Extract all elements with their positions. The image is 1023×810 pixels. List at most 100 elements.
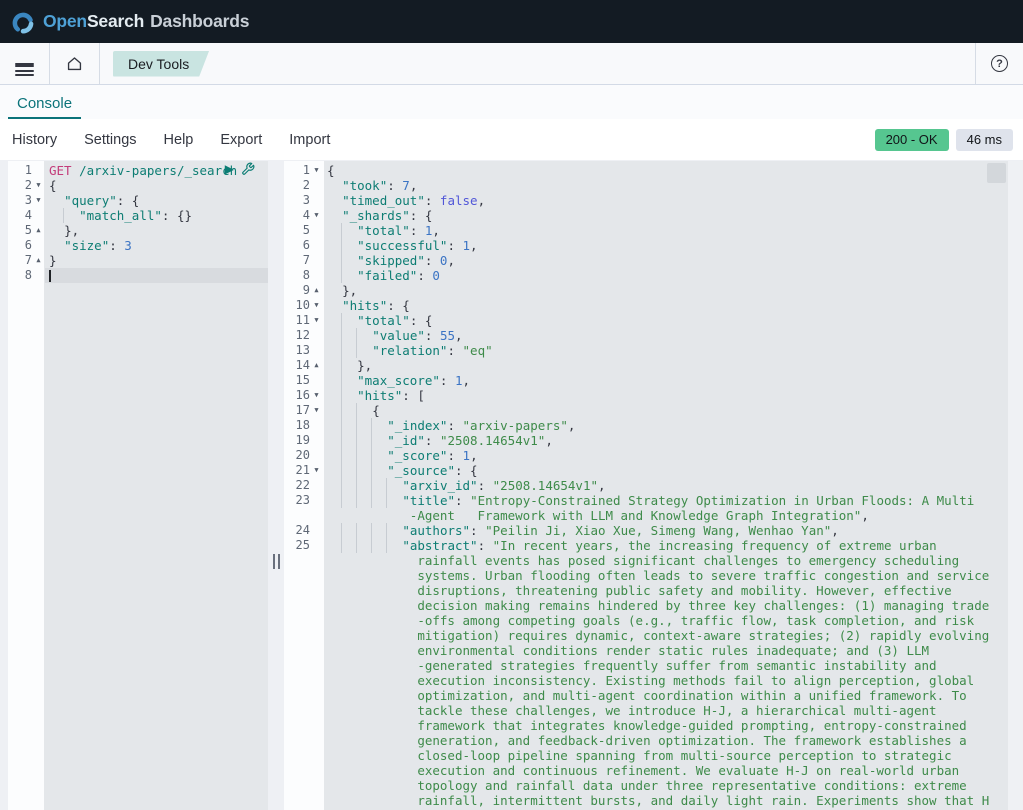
code-text: rainfall, intermittent bursts, and daily… bbox=[417, 793, 990, 808]
code-line: 11 ▼ "total": { bbox=[284, 313, 1008, 328]
breadcrumb-dev-tools[interactable]: Dev Tools bbox=[113, 51, 209, 77]
code-line: disruptions, threatening public safety a… bbox=[284, 583, 1008, 598]
code-line: 2 "took": 7, bbox=[284, 178, 1008, 193]
home-button[interactable] bbox=[50, 43, 99, 84]
code-line: topology and rainfall data under three r… bbox=[284, 778, 1008, 793]
code-line: 25 "abstract": "In recent years, the inc… bbox=[284, 538, 1008, 553]
code-text: "_id": "2508.14654v1", bbox=[323, 433, 1008, 448]
code-text: "abstract": "In recent years, the increa… bbox=[323, 538, 1008, 553]
fold-toggle-icon[interactable]: ▼ bbox=[310, 403, 323, 418]
line-number bbox=[284, 628, 310, 643]
line-number bbox=[284, 778, 310, 793]
code-text: rainfall events has posed significant ch… bbox=[417, 553, 960, 568]
tab-console[interactable]: Console bbox=[8, 89, 82, 119]
code-line: rainfall events has posed significant ch… bbox=[284, 553, 1008, 568]
fold-toggle-icon[interactable]: ▲ bbox=[32, 223, 45, 238]
response-editor[interactable]: 1 ▼{2 "took": 7, 3 "timed_out": false, 4 ▼ "… bbox=[284, 161, 1008, 810]
pane-resize-handle[interactable] bbox=[273, 554, 280, 569]
code-text: { bbox=[49, 178, 57, 193]
code-line: 12 "value": 55, bbox=[284, 328, 1008, 343]
fold-toggle-icon[interactable]: ▼ bbox=[310, 298, 323, 313]
menu-item-export[interactable]: Export bbox=[220, 132, 262, 148]
request-editor[interactable]: 1 GET /arxiv-papers/_search 2 ▼{3 ▼ "query":… bbox=[8, 161, 268, 810]
code-line: 5 "total": 1, bbox=[284, 223, 1008, 238]
menu-item-import[interactable]: Import bbox=[289, 132, 330, 148]
code-line: 17 ▼ { bbox=[284, 403, 1008, 418]
menu-item-history[interactable]: History bbox=[12, 132, 57, 148]
code-text: systems. Urban flooding often leads to s… bbox=[417, 568, 990, 583]
line-number bbox=[284, 793, 310, 808]
fold-toggle-icon[interactable]: ▼ bbox=[310, 463, 323, 478]
code-text: "timed_out": false, bbox=[342, 193, 486, 208]
line-number: 9 bbox=[302, 283, 310, 297]
send-request-icon[interactable]: ▶ bbox=[225, 162, 234, 176]
response-time-badge: 46 ms bbox=[955, 128, 1013, 151]
response-scrollbar-thumb[interactable] bbox=[987, 163, 1006, 183]
code-line: 20 "_score": 1, bbox=[284, 448, 1008, 463]
line-number: 10 bbox=[295, 298, 310, 312]
line-number: 25 bbox=[295, 538, 310, 552]
code-line: 19 "_id": "2508.14654v1", bbox=[284, 433, 1008, 448]
line-number: 4 bbox=[24, 208, 32, 222]
fold-toggle-icon[interactable]: ▲ bbox=[32, 253, 45, 268]
code-text: "skipped": 0, bbox=[323, 253, 1008, 268]
fold-toggle-icon[interactable]: ▲ bbox=[310, 283, 323, 298]
scrollbar-track[interactable] bbox=[1008, 161, 1023, 810]
line-number: 7 bbox=[24, 253, 32, 267]
code-line: 6 "size": 3 bbox=[8, 238, 268, 253]
code-text: framework that integrates knowledge-guid… bbox=[417, 718, 967, 733]
line-number: 20 bbox=[295, 448, 310, 462]
code-text: tackle these challenges, we introduce H-… bbox=[417, 703, 937, 718]
code-line: execution inconsistency. Existing method… bbox=[284, 673, 1008, 688]
code-line: -Agent Framework with LLM and Knowledge … bbox=[284, 508, 1008, 523]
fold-toggle-icon[interactable]: ▲ bbox=[310, 358, 323, 373]
fold-toggle-icon[interactable]: ▼ bbox=[32, 178, 45, 193]
fold-toggle-icon[interactable]: ▼ bbox=[310, 313, 323, 328]
menu-hamburger-icon[interactable] bbox=[0, 43, 49, 84]
console-menu: History Settings Help Export Import bbox=[12, 132, 330, 148]
code-text: "took": 7, bbox=[342, 178, 418, 193]
line-number bbox=[284, 703, 310, 718]
code-line: 16 ▼ "hits": [ bbox=[284, 388, 1008, 403]
fold-toggle-icon[interactable]: ▼ bbox=[310, 208, 323, 223]
line-number: 15 bbox=[295, 373, 310, 387]
code-line: optimization, and multi-agent coordinati… bbox=[284, 688, 1008, 703]
fold-toggle-icon[interactable]: ▼ bbox=[310, 388, 323, 403]
code-line: 23 "title": "Entropy-Constrained Strateg… bbox=[284, 493, 1008, 508]
line-number bbox=[284, 763, 310, 778]
help-button[interactable]: ? bbox=[976, 43, 1023, 84]
code-line: generation, and feedback-driven optimiza… bbox=[284, 733, 1008, 748]
fold-toggle-icon[interactable]: ▼ bbox=[32, 193, 45, 208]
line-number: 1 bbox=[24, 163, 32, 177]
line-number: 6 bbox=[24, 238, 32, 252]
code-text: "max_score": 1, bbox=[323, 373, 1008, 388]
code-text: closed-loop pipeline spanning from multi… bbox=[417, 748, 952, 763]
fold-toggle-icon[interactable]: ▼ bbox=[310, 163, 323, 178]
line-number: 23 bbox=[295, 493, 310, 507]
code-text: mitigation) requires dynamic, context-aw… bbox=[417, 628, 990, 643]
code-text: -Agent Framework with LLM and Knowledge … bbox=[409, 508, 869, 523]
code-text: "query": { bbox=[64, 193, 140, 208]
line-number: 5 bbox=[24, 223, 32, 237]
code-line: 22 "arxiv_id": "2508.14654v1", bbox=[284, 478, 1008, 493]
wrench-icon[interactable] bbox=[241, 162, 255, 176]
line-number bbox=[284, 568, 310, 583]
line-number: 22 bbox=[295, 478, 310, 492]
app-tab-bar: Console bbox=[0, 85, 1023, 119]
line-number: 3 bbox=[24, 193, 32, 207]
menu-item-help[interactable]: Help bbox=[164, 132, 194, 148]
menu-item-settings[interactable]: Settings bbox=[84, 132, 136, 148]
